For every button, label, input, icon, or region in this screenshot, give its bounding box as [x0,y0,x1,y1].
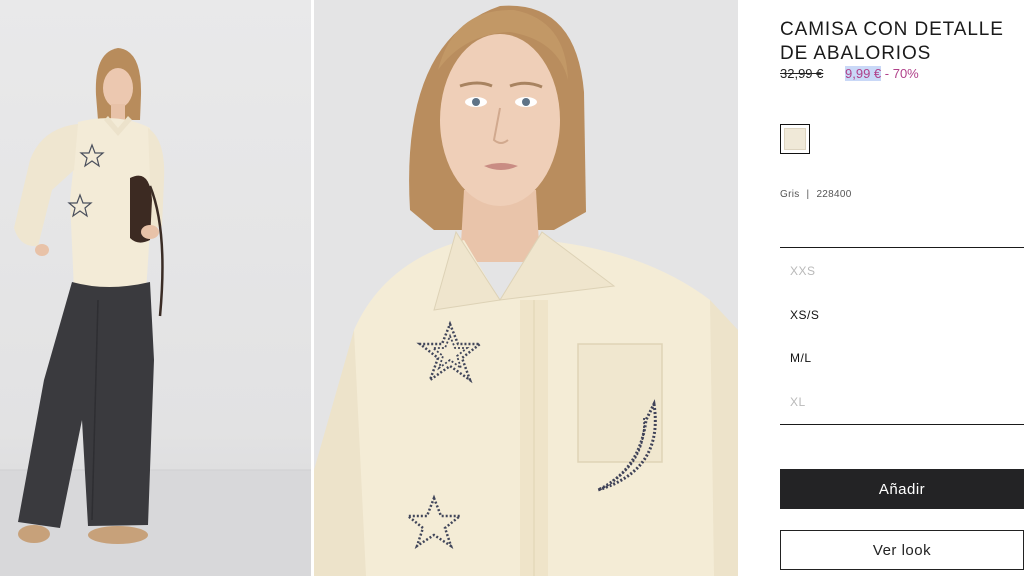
size-option-m-l[interactable]: M/L [790,351,812,365]
product-meta: Gris | 228400 [780,189,852,200]
product-photo-close-up[interactable] [314,0,738,576]
size-option-xs-s[interactable]: XS/S [790,308,819,322]
product-reference: 228400 [816,189,852,200]
color-swatch[interactable] [780,124,810,154]
model-full-body-illustration [0,48,311,576]
size-list-bottom-divider [780,424,1024,425]
size-option-xl[interactable]: XL [790,395,806,409]
discount-percentage: - 70% [884,66,919,81]
product-title: CAMISA CON DETALLE DE ABALORIOS [780,18,1004,64]
sale-price: 9,99 € [845,66,882,81]
color-name: Gris [780,189,800,200]
view-look-button[interactable]: Ver look [780,530,1024,570]
price-row: 32,99 € 9,99 € - 70% [780,66,919,81]
model-close-up-illustration [314,5,738,576]
product-info-panel: CAMISA CON DETALLE DE ABALORIOS 32,99 € … [780,0,1024,576]
size-option-xxs[interactable]: XXS [790,264,816,278]
meta-separator: | [806,189,810,200]
color-swatch-fill [784,128,806,150]
add-to-cart-button[interactable]: Añadir [780,469,1024,509]
product-photo-full-body[interactable] [0,0,311,576]
original-price: 32,99 € [780,66,824,81]
size-list-top-divider [780,247,1024,248]
